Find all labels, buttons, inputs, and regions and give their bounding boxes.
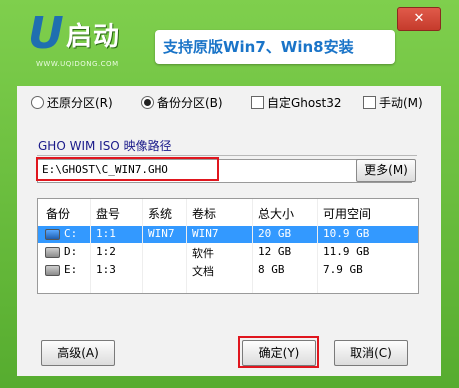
label-cell: 软件: [192, 247, 214, 260]
restore-label: 还原分区(R): [47, 96, 113, 110]
manual-checkbox[interactable]: [363, 96, 376, 109]
total-cell: 20 GB: [258, 227, 292, 240]
disk-icon: [45, 247, 60, 258]
ok-highlight-box: [238, 336, 319, 368]
table-row[interactable]: C: 1:1 WIN7 WIN7 20 GB 10.9 GB: [38, 226, 418, 243]
restore-radio[interactable]: [31, 96, 44, 109]
col-backup: 备份: [46, 207, 71, 221]
free-cell: 10.9 GB: [323, 227, 370, 240]
table-row[interactable]: D: 1:2 软件 12 GB 11.9 GB: [38, 244, 418, 261]
drive-cell: D:: [64, 245, 78, 258]
logo-letter: U: [28, 8, 64, 59]
more-button[interactable]: 更多(M): [356, 159, 416, 182]
label-cell: WIN7: [192, 227, 219, 240]
column-separator: [317, 199, 318, 293]
total-cell: 12 GB: [258, 245, 292, 258]
col-system: 系统: [148, 207, 173, 221]
drive-cell: C:: [64, 227, 78, 240]
close-icon: ✕: [413, 11, 425, 26]
close-button[interactable]: ✕: [397, 7, 441, 31]
custom-ghost-label: 自定Ghost32: [267, 96, 342, 110]
section-divider: [37, 155, 417, 156]
partition-table: 备份 盘号 系统 卷标 总大小 可用空间 C: 1:1 WIN7 WIN7 20…: [37, 198, 419, 294]
custom-ghost-option[interactable]: 自定Ghost32: [251, 95, 341, 111]
col-disk: 盘号: [96, 207, 121, 221]
main-panel: 还原分区(R) 备份分区(B) 自定Ghost32 手动(M) GHO WIM …: [17, 86, 441, 376]
logo: U 启动 WWW.UQIDONG.COM: [28, 10, 148, 70]
cancel-button[interactable]: 取消(C): [334, 340, 408, 366]
free-cell: 11.9 GB: [323, 245, 370, 258]
logo-url: WWW.UQIDONG.COM: [36, 60, 119, 68]
logo-text: 启动: [66, 22, 121, 52]
total-cell: 8 GB: [258, 263, 285, 276]
banner: 支持原版Win7、Win8安装: [155, 30, 395, 64]
manual-label: 手动(M): [379, 96, 423, 110]
backup-label: 备份分区(B): [157, 96, 223, 110]
column-separator: [252, 199, 253, 293]
header: U 启动 WWW.UQIDONG.COM 支持原版Win7、Win8安装 ✕: [0, 0, 459, 82]
disk-icon: [45, 265, 60, 276]
system-disk-icon: [45, 229, 60, 240]
label-cell: 文档: [192, 265, 214, 278]
drive-cell: E:: [64, 263, 78, 276]
image-path-label: GHO WIM ISO 映像路径: [38, 139, 172, 153]
column-separator: [142, 199, 143, 293]
ghost-installer-window: U 启动 WWW.UQIDONG.COM 支持原版Win7、Win8安装 ✕ 还…: [0, 0, 459, 388]
custom-ghost-checkbox[interactable]: [251, 96, 264, 109]
restore-partition-option[interactable]: 还原分区(R): [31, 95, 113, 111]
table-row[interactable]: E: 1:3 文档 8 GB 7.9 GB: [38, 262, 418, 279]
col-label: 卷标: [192, 207, 217, 221]
column-separator: [186, 199, 187, 293]
manual-option[interactable]: 手动(M): [363, 95, 423, 111]
path-highlight-box: [36, 157, 219, 181]
backup-radio[interactable]: [141, 96, 154, 109]
col-free: 可用空间: [323, 207, 372, 221]
disk-cell: 1:3: [96, 263, 116, 276]
mode-options: 还原分区(R) 备份分区(B) 自定Ghost32 手动(M): [17, 90, 441, 114]
free-cell: 7.9 GB: [323, 263, 363, 276]
disk-cell: 1:2: [96, 245, 116, 258]
column-separator: [90, 199, 91, 293]
advanced-button[interactable]: 高级(A): [41, 340, 115, 366]
table-header: 备份 盘号 系统 卷标 总大小 可用空间: [38, 199, 418, 223]
banner-text: 支持原版Win7、Win8安装: [163, 38, 354, 56]
col-total: 总大小: [258, 207, 295, 221]
backup-partition-option[interactable]: 备份分区(B): [141, 95, 223, 111]
disk-cell: 1:1: [96, 227, 116, 240]
system-cell: WIN7: [148, 227, 175, 240]
